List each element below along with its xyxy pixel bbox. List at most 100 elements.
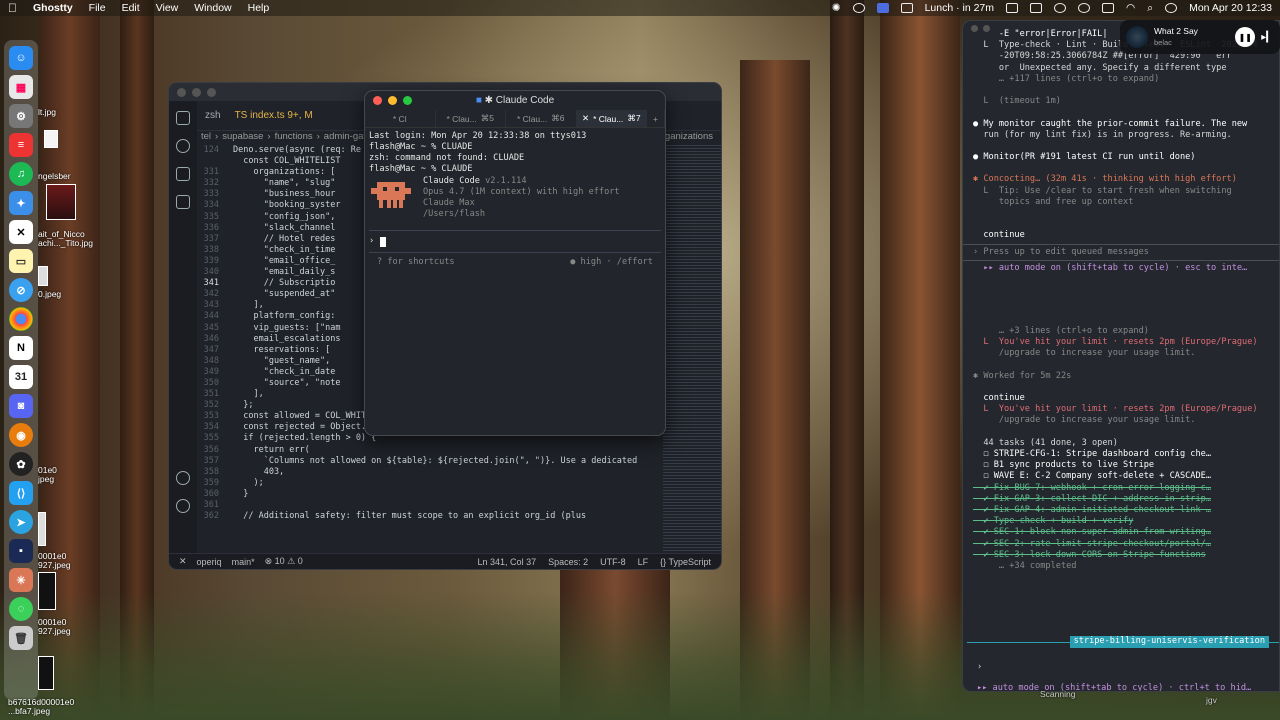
clock[interactable]: Mon Apr 20 12:33 — [1189, 2, 1272, 14]
workspace-name[interactable]: operiq — [197, 557, 222, 567]
line-number: 339 — [203, 255, 219, 266]
desktop-file-thumbnail[interactable] — [44, 130, 58, 148]
perplexity-icon[interactable]: ✕ — [9, 220, 33, 244]
tab-zsh[interactable]: zsh — [205, 110, 221, 121]
terminal-body[interactable]: Last login: Mon Apr 20 12:33:38 on ttys0… — [365, 128, 665, 275]
minimap[interactable] — [663, 145, 721, 553]
desktop-file-thumbnail[interactable] — [38, 572, 56, 610]
indentation[interactable]: Spaces: 2 — [548, 557, 588, 567]
manage-gear-icon[interactable] — [176, 499, 190, 513]
desktop-file-thumbnail[interactable] — [46, 184, 76, 220]
desktop-file[interactable]: 0001e0 927.jpeg — [38, 552, 71, 570]
display-icon[interactable] — [1006, 3, 1019, 13]
terminal-tab[interactable]: * Cl — [365, 110, 436, 127]
desktop-file[interactable]: lt.jpg — [38, 108, 56, 117]
status-icon[interactable] — [852, 3, 865, 13]
play-icon[interactable] — [1078, 3, 1091, 13]
breadcrumb-segment[interactable]: organizations — [656, 131, 721, 145]
apple-menu-icon[interactable]:  — [8, 1, 17, 15]
calendar-app-icon[interactable]: 31 — [9, 365, 33, 389]
remote-icon[interactable]: ✕ — [179, 556, 187, 567]
run-debug-icon[interactable] — [176, 167, 190, 181]
close-tab-icon[interactable]: ✕ — [582, 113, 589, 124]
line-number — [197, 156, 233, 167]
account-icon[interactable] — [176, 471, 190, 485]
brightness-icon[interactable]: ✺ — [832, 2, 841, 14]
messages-icon[interactable]: ◌ — [9, 597, 33, 621]
breadcrumb-segment[interactable]: functions — [275, 131, 313, 145]
claude-icon[interactable]: ✳ — [9, 568, 33, 592]
desktop-file-thumbnail[interactable] — [38, 656, 54, 690]
desktop-file[interactable]: 01e0 jpeg — [38, 466, 57, 484]
launchpad-icon[interactable]: ▦ — [9, 75, 33, 99]
discord-icon[interactable]: ◙ — [9, 394, 33, 418]
desktop-file[interactable]: b67616d00001e0 ...bfa7.jpeg — [8, 698, 74, 716]
trash-icon[interactable]: 🗑 — [9, 626, 33, 650]
git-branch[interactable]: main* — [232, 557, 255, 567]
desktop-file[interactable]: 0001e0 927.jpeg — [38, 618, 71, 636]
code-line: 359 ); — [197, 478, 707, 489]
spotify-icon[interactable]: ♫ — [9, 162, 33, 186]
code-text: organizations: [ — [233, 167, 336, 178]
tab-index-ts[interactable]: TS index.ts 9+, M — [235, 110, 313, 121]
productivity-app-icon[interactable]: ≡ — [9, 133, 33, 157]
menu-view[interactable]: View — [156, 2, 179, 14]
encoding[interactable]: UTF-8 — [600, 557, 626, 567]
safari-icon[interactable]: ⊘ — [9, 278, 33, 302]
zoom-button[interactable] — [207, 87, 216, 97]
search-icon[interactable]: ⌕ — [1147, 2, 1153, 15]
language-mode[interactable]: {} TypeScript — [660, 557, 711, 567]
battery-icon[interactable] — [1102, 3, 1115, 13]
terminal-tab-active[interactable]: ✕ * Clau... ⌘7 — [576, 110, 647, 127]
line-ending[interactable]: LF — [638, 557, 649, 567]
terminal-app-icon[interactable]: ▪ — [9, 539, 33, 563]
source-control-icon[interactable] — [176, 139, 190, 153]
new-tab-button[interactable]: + — [647, 110, 665, 127]
menu-help[interactable]: Help — [248, 2, 270, 14]
app-store-icon[interactable]: ✦ — [9, 191, 33, 215]
vscode-icon[interactable]: ⟨⟩ — [9, 481, 33, 505]
minimize-button[interactable] — [192, 87, 201, 97]
list-icon[interactable] — [1030, 3, 1043, 13]
menu-app-name[interactable]: Ghostty — [33, 2, 73, 14]
calendar-event[interactable]: Lunch · in 27m — [925, 2, 994, 14]
terminal-tab[interactable]: * Clau... ⌘5 — [436, 110, 506, 127]
desktop-file[interactable]: ngelsber — [38, 172, 71, 181]
close-button[interactable] — [177, 87, 186, 97]
next-track-icon[interactable]: ▸▎ — [1261, 32, 1274, 43]
menu-file[interactable]: File — [89, 2, 106, 14]
pause-icon[interactable]: ❚❚ — [1235, 27, 1256, 47]
line-number: 355 — [203, 433, 219, 444]
cursor-position[interactable]: Ln 341, Col 37 — [478, 557, 537, 567]
terminal-tab[interactable]: * Clau... ⌘6 — [506, 110, 577, 127]
effort-indicator[interactable]: ● high · /effort — [570, 257, 653, 268]
settings-icon[interactable]: ⚙ — [9, 104, 33, 128]
desktop-file[interactable]: ait_of_Nicco achi..._Tito.jpg — [38, 230, 93, 248]
blender-icon[interactable]: ◉ — [9, 423, 33, 447]
desktop-file-thumbnail[interactable] — [38, 266, 48, 286]
prompt-input[interactable]: › — [369, 230, 661, 253]
calendar-icon[interactable] — [900, 3, 913, 13]
menu-window[interactable]: Window — [194, 2, 231, 14]
extensions-icon[interactable] — [176, 195, 190, 209]
desktop-file-thumbnail[interactable] — [38, 512, 46, 546]
notes-icon[interactable]: ▭ — [9, 249, 33, 273]
breadcrumb-segment[interactable]: supabase — [222, 131, 263, 145]
telegram-icon[interactable]: ➤ — [9, 510, 33, 534]
control-center-icon[interactable] — [1165, 3, 1178, 13]
chrome-icon[interactable] — [9, 307, 33, 331]
desktop-file[interactable]: 0.jpeg — [38, 290, 61, 299]
screen-share-icon[interactable] — [876, 3, 889, 13]
wifi-icon[interactable]: ◠ — [1126, 2, 1135, 14]
finder-icon[interactable]: ☺ — [9, 46, 33, 70]
menu-edit[interactable]: Edit — [122, 2, 140, 14]
chatgpt-icon[interactable]: ✿ — [9, 452, 33, 476]
now-playing-widget[interactable]: What 2 Say belac ❚❚ ▸▎ — [1120, 20, 1280, 54]
explorer-icon[interactable] — [176, 111, 190, 125]
right-terminal-window[interactable]: -E "error|Error|FAIL| L Type-check · Lin… — [962, 20, 1280, 692]
notion-icon[interactable]: N — [9, 336, 33, 360]
problems-count[interactable]: ⊗ 10 ⚠ 0 — [265, 556, 303, 567]
vpn-icon[interactable] — [1054, 3, 1067, 13]
breadcrumb-segment[interactable]: tel — [201, 131, 211, 145]
